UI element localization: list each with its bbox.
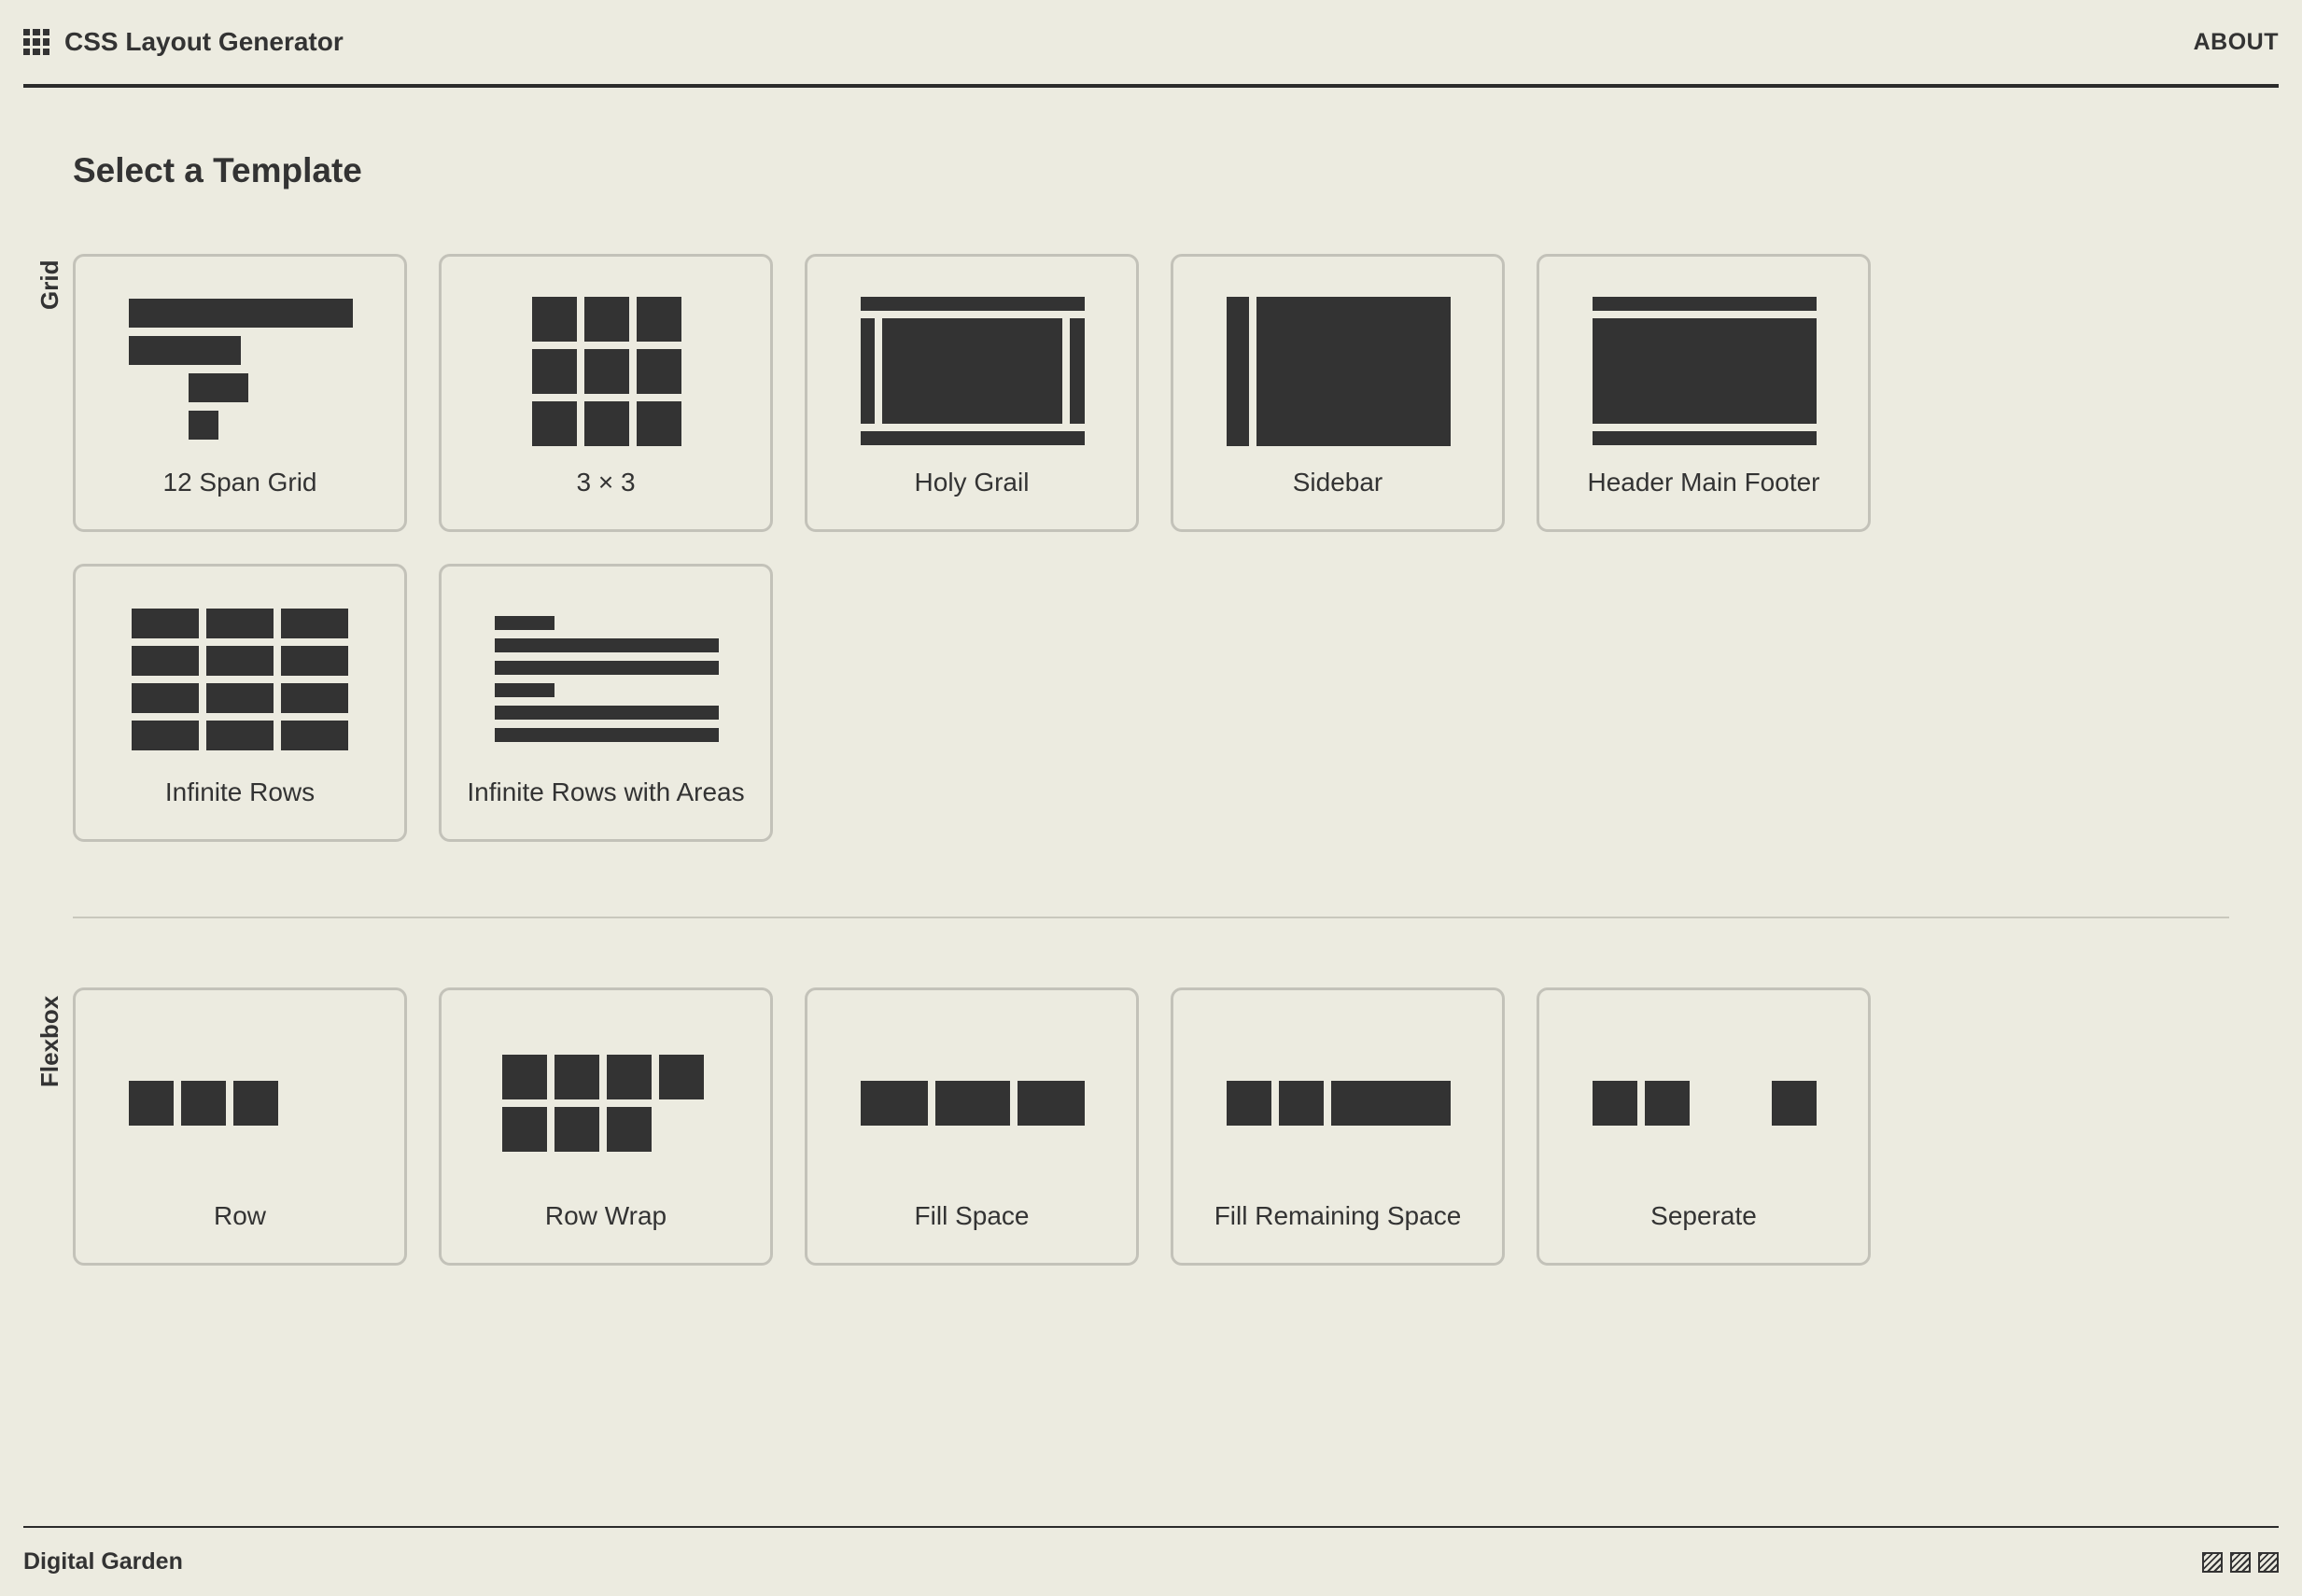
layout-thumbnail	[76, 990, 404, 1191]
template-label: Row	[213, 1201, 266, 1230]
template-card-holy-grail[interactable]: Holy Grail	[805, 254, 1139, 532]
section-label-grid: Grid	[35, 259, 63, 310]
template-card-sidebar[interactable]: Sidebar	[1171, 254, 1505, 532]
pattern-swatch-icon	[2258, 1551, 2279, 1573]
layout-thumbnail	[1539, 990, 1868, 1191]
page: CSS Layout Generator ABOUT Select a Temp…	[0, 0, 2302, 1596]
template-card-row[interactable]: Row	[73, 987, 407, 1266]
section-divider	[73, 917, 2229, 918]
grid-icon	[23, 29, 49, 55]
template-label: Seperate	[1650, 1201, 1757, 1230]
template-label: Row Wrap	[544, 1201, 667, 1230]
footer: Digital Garden	[23, 1526, 2279, 1596]
pattern-swatch-icon	[2230, 1551, 2251, 1573]
footer-brand-link[interactable]: Digital Garden	[23, 1548, 183, 1575]
template-label: Header Main Footer	[1587, 468, 1820, 497]
top-bar: CSS Layout Generator ABOUT	[23, 0, 2279, 88]
layout-thumbnail	[807, 990, 1136, 1191]
template-card-fill-remaining-space[interactable]: Fill Remaining Space	[1171, 987, 1505, 1266]
footer-icons	[2202, 1551, 2279, 1573]
layout-thumbnail	[442, 990, 770, 1191]
template-label: Infinite Rows with Areas	[467, 777, 745, 806]
template-label: 3 × 3	[576, 468, 636, 497]
template-card-3x3[interactable]: 3 × 3	[439, 254, 773, 532]
template-label: Fill Remaining Space	[1214, 1201, 1462, 1230]
layout-thumbnail	[1539, 257, 1868, 457]
brand[interactable]: CSS Layout Generator	[23, 27, 344, 57]
layout-thumbnail	[442, 567, 770, 767]
layout-thumbnail	[1173, 257, 1502, 457]
app-title: CSS Layout Generator	[64, 27, 344, 56]
template-label: 12 Span Grid	[162, 468, 317, 497]
template-card-infinite-rows[interactable]: Infinite Rows	[73, 564, 407, 842]
template-card-seperate[interactable]: Seperate	[1537, 987, 1871, 1266]
section-label-flexbox: Flexbox	[35, 995, 63, 1087]
template-card-fill-space[interactable]: Fill Space	[805, 987, 1139, 1266]
template-label: Infinite Rows	[164, 777, 316, 806]
template-label: Fill Space	[914, 1201, 1030, 1230]
template-card-header-main-footer[interactable]: Header Main Footer	[1537, 254, 1871, 532]
pattern-swatch-icon	[2202, 1551, 2223, 1573]
template-card-infinite-rows-with-areas[interactable]: Infinite Rows with Areas	[439, 564, 773, 842]
template-card-row-wrap[interactable]: Row Wrap	[439, 987, 773, 1266]
about-link[interactable]: ABOUT	[2194, 29, 2279, 56]
layout-thumbnail	[76, 567, 404, 767]
layout-thumbnail	[807, 257, 1136, 457]
template-card-12-span-grid[interactable]: 12 Span Grid	[73, 254, 407, 532]
layout-thumbnail	[442, 257, 770, 457]
page-title: Select a Template	[73, 151, 362, 189]
template-label: Holy Grail	[914, 468, 1030, 497]
layout-thumbnail	[1173, 990, 1502, 1191]
layout-thumbnail	[76, 257, 404, 457]
template-label: Sidebar	[1292, 468, 1383, 497]
